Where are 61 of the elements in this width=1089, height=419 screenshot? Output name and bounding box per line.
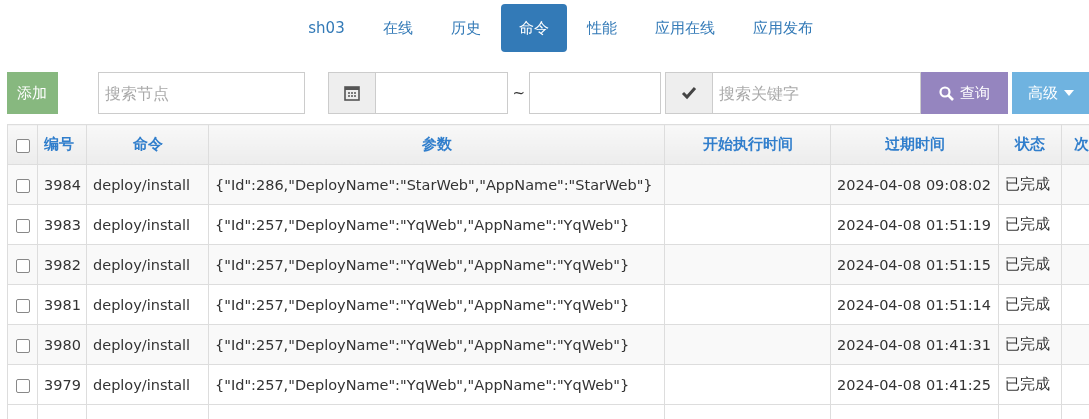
table-cell: 2024-04-08 09:08:02 [830,164,999,205]
checkbox[interactable] [15,298,30,313]
nav-tab[interactable]: 在线 [364,4,431,52]
table-cell: deploy/install [86,364,209,405]
table-cell: 2024-04-08 01:41:25 [830,364,999,405]
start-date-field[interactable] [375,72,508,114]
node-search-field[interactable]: 搜索节点 [97,72,305,114]
date-separator: ~ [512,84,526,102]
table-cell: 已完成 [998,284,1062,325]
table-cell: deploy/install [86,204,209,245]
table-cell: 3984 [37,164,87,205]
table-cell: 已完成 [998,364,1062,405]
column-header: 编号 [37,124,87,165]
checkbox[interactable] [15,138,30,153]
column-header: 过期时间 [830,124,999,165]
checkbox[interactable] [15,378,30,393]
nav-tab[interactable]: 性能 [568,4,635,52]
table-cell: 2024-04-08 01:51:14 [830,284,999,325]
nav-tab[interactable]: 应用在线 [636,4,733,52]
table-cell: 已完成 [998,164,1062,205]
table-cell: {"Id":257,"DeployName":"YqWeb","AppName":"YqWeb"} [208,244,665,285]
table-cell: deploy/install [86,244,209,285]
table-cell: 已完成 [998,324,1062,365]
table-cell: 3981 [37,284,87,325]
column-header: 次 [1061,124,1089,165]
column-header: 参数 [208,124,665,165]
column-header: 开始执行时间 [664,124,831,165]
table-cell: deploy/install [86,284,209,325]
nav-tab[interactable]: 应用发布 [734,4,831,52]
table-cell: deploy/install [86,324,209,365]
nav-tab[interactable]: sh03 [290,4,363,52]
calendar-icon [343,85,360,101]
table-cell: 3979 [37,364,87,405]
table-cell: {"Id":257,"DeployName":"YqWeb","AppName":"YqWeb"} [208,364,665,405]
keyword-search-field[interactable]: 搜索关键字 [712,72,921,114]
checkbox[interactable] [15,218,30,233]
query-button[interactable]: 查询 [920,72,1009,114]
table-cell: {"Id":257,"DeployName":"YqWeb","AppName":"YqWeb"} [208,204,665,245]
search-icon [939,85,955,101]
end-date-field[interactable] [529,72,662,114]
table-cell: 2024-04-08 01:51:15 [830,244,999,285]
table-cell: 3982 [37,244,87,285]
table-cell: 已完成 [998,204,1062,245]
nav-tab[interactable]: 历史 [432,4,499,52]
table-cell: 3983 [37,204,87,245]
checkmark-icon [680,86,697,100]
table-cell: {"Id":257,"DeployName":"YqWeb","AppName":"YqWeb"} [208,324,665,365]
table-cell: 2024-04-08 01:41:31 [830,324,999,365]
table-cell: 已完成 [998,244,1062,285]
table-cell: {"Id":257,"DeployName":"YqWeb","AppName":"YqWeb"} [208,284,665,325]
column-header: 状态 [998,124,1062,165]
nav-tab[interactable]: 命令 [500,4,567,52]
checkbox[interactable] [15,178,30,193]
table-cell: deploy/install [86,164,209,205]
checkbox[interactable] [15,258,30,273]
checkbox[interactable] [15,338,30,353]
caret-icon [1063,90,1074,96]
column-header: 命令 [86,124,209,165]
table-cell: {"Id":286,"DeployName":"StarWeb","AppName":"StarWeb"} [208,164,665,205]
table-cell: 2024-04-08 01:51:19 [830,204,999,245]
table-cell: 3980 [37,324,87,365]
